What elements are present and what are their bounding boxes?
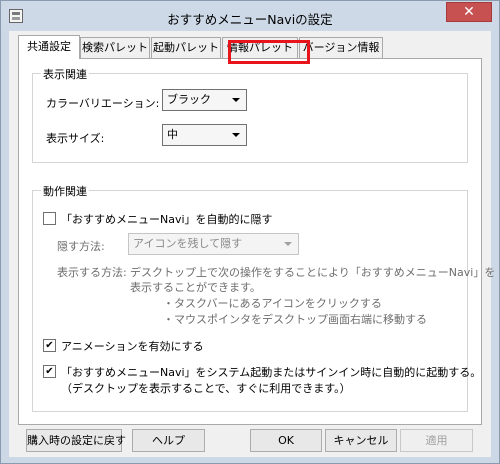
display-group-title: 表示関連 [41,66,89,82]
cancel-button[interactable]: キャンセル [325,429,397,452]
show-method-item-mouse: ・マウスポインタをデスクトップ画面右端に移動する [163,313,427,326]
settings-window: おすすめメニューNaviの設定 ✕ 共通設定 検索パレット 起動パレット 情報パ… [0,0,500,464]
title-bar[interactable]: おすすめメニューNaviの設定 ✕ [1,1,499,31]
auto-hide-label[interactable]: 「おすすめメニューNavi」を自動的に隠す [61,211,273,227]
hide-method-label: 隠す方法: [57,240,105,253]
startup-label-line2: （デスクトップを表示することで、すぐに利用できます。） [61,382,351,395]
behavior-group-title: 動作関連 [41,183,89,199]
close-button[interactable]: ✕ [446,2,492,22]
display-size-label: 表示サイズ: [46,132,105,145]
apply-button[interactable]: 適用 [400,429,473,452]
tab-common-settings[interactable]: 共通設定 [18,35,80,59]
tab-version-info[interactable]: バージョン情報 [299,37,383,58]
animation-checkbox[interactable]: ✔ [43,339,56,352]
tab-search-palette[interactable]: 検索パレット [80,37,150,58]
help-button[interactable]: ヘルプ [132,429,205,452]
reset-defaults-button[interactable]: 購入時の設定に戻す [26,429,126,452]
ok-button[interactable]: OK [250,429,322,452]
window-title: おすすめメニューNaviの設定 [167,12,333,27]
show-method-text-line1: デスクトップ上で次の操作をすることにより「おすすめメニューNavi」を [130,266,496,279]
chevron-down-icon [232,98,240,102]
show-method-label: 表示する方法: [57,266,127,279]
chevron-down-icon [284,242,292,246]
startup-label-line1[interactable]: 「おすすめメニューNavi」をシステム起動またはサインイン時に自動的に起動する。 [61,364,481,380]
color-variation-value: ブラック [167,93,211,106]
hide-method-value: アイコンを残して隠す [133,237,243,250]
animation-label[interactable]: アニメーションを有効にする [61,338,204,354]
tab-launch-palette[interactable]: 起動パレット [151,37,221,58]
auto-hide-checkbox[interactable] [43,212,56,225]
chevron-down-icon [232,133,240,137]
show-method-text-line2: 表示することができます。 [130,281,261,294]
startup-checkbox[interactable]: ✔ [43,365,56,378]
dialog-body: 共通設定 検索パレット 起動パレット 情報パレット バージョン情報 表示関連 カ… [9,31,495,457]
info-palette-highlight [228,40,310,64]
display-size-select[interactable]: 中 [162,124,247,146]
display-group: 表示関連 カラーバリエーション: ブラック 表示サイズ: 中 [32,66,468,163]
common-settings-panel: 表示関連 カラーバリエーション: ブラック 表示サイズ: 中 動作関連 「おすす… [18,58,495,425]
hide-method-select[interactable]: アイコンを残して隠す [128,233,299,255]
display-size-value: 中 [167,128,178,141]
color-variation-label: カラーバリエーション: [46,97,160,110]
color-variation-select[interactable]: ブラック [162,89,247,111]
behavior-group: 動作関連 「おすすめメニューNavi」を自動的に隠す 隠す方法: アイコンを残し… [32,183,495,412]
show-method-item-taskbar: ・タスクバーにあるアイコンをクリックする [163,297,382,310]
